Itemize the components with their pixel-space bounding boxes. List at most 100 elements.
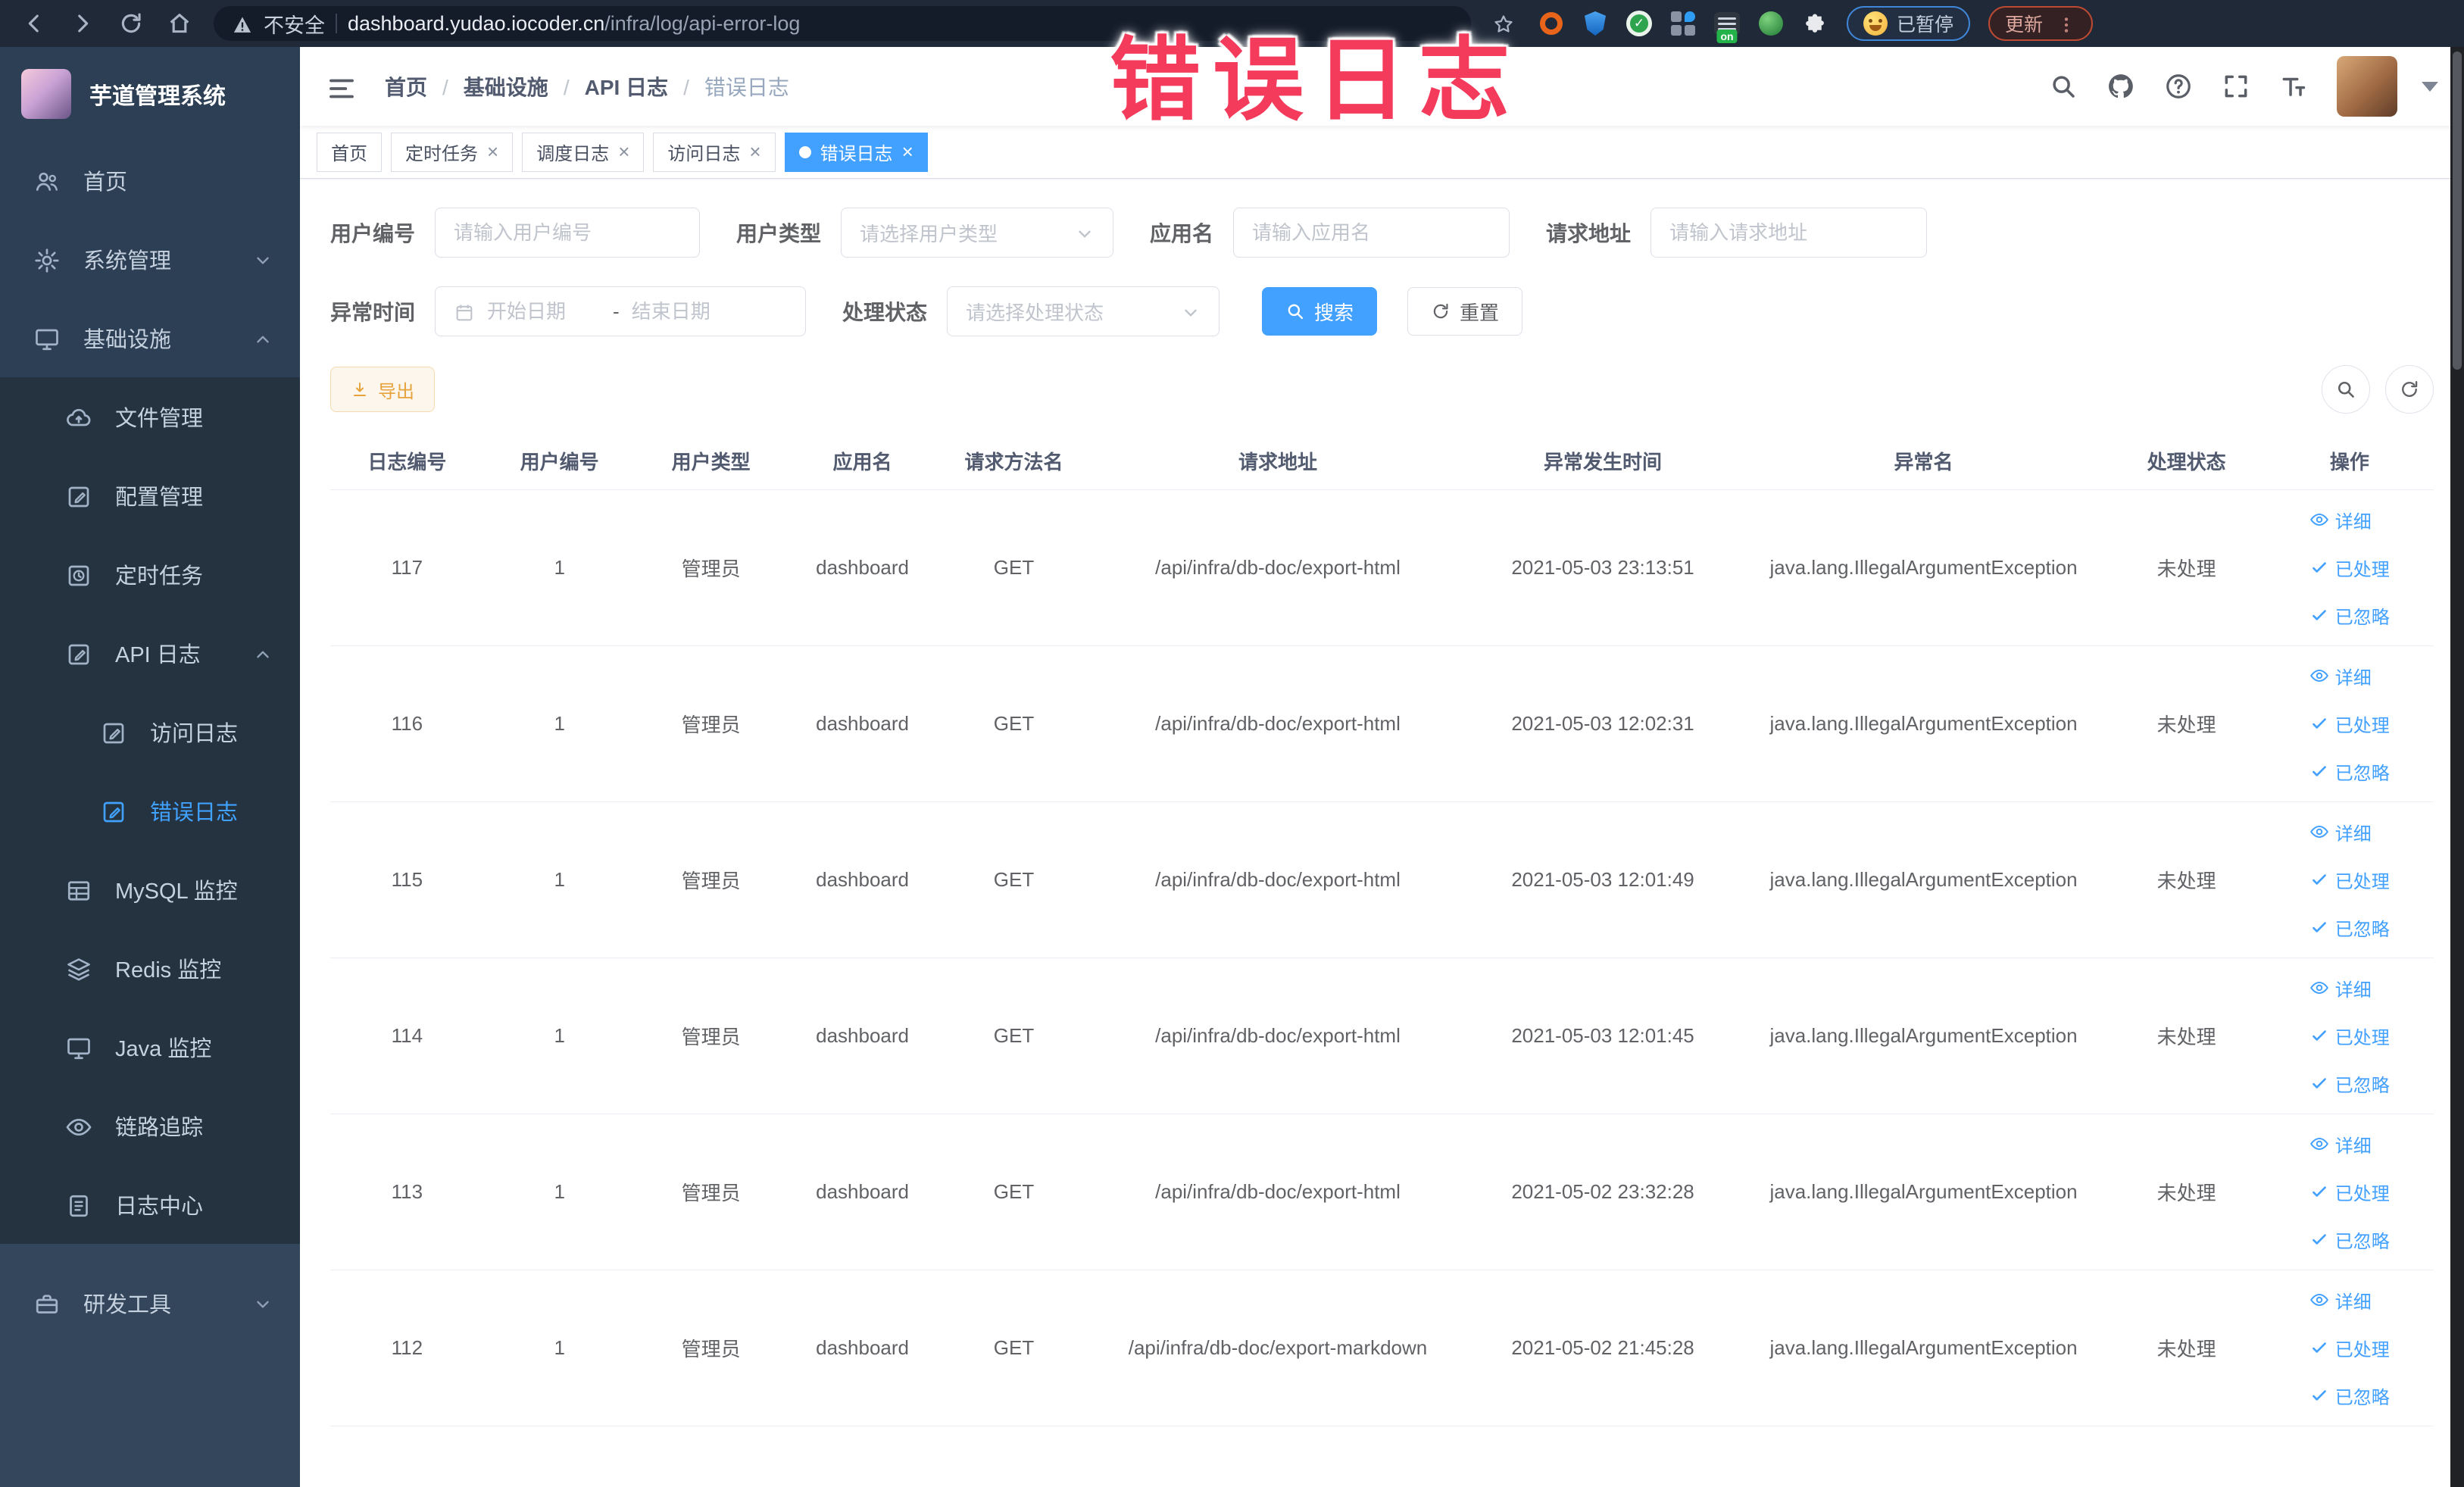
extension-on-badge: on [1716,30,1738,43]
sidebar-item-redis-monitor[interactable]: Redis 监控 [0,929,300,1007]
mark-processed-link[interactable]: 已处理 [2309,1023,2390,1049]
close-icon[interactable] [749,140,760,164]
hamburger-icon[interactable] [326,68,358,105]
user-id-input[interactable] [435,208,701,258]
sidebar-item-access-log[interactable]: 访问日志 [0,692,300,771]
breadcrumb-item-api-log[interactable]: API 日志 [585,71,704,102]
check-icon [2309,605,2329,625]
tab-access-log[interactable]: 访问日志 [653,132,776,172]
mark-processed-link[interactable]: 已处理 [2309,711,2390,737]
search-icon[interactable] [2049,72,2078,101]
close-icon[interactable] [618,140,629,164]
column-header: 异常名 [1739,433,2108,490]
cell-exception-name: java.lang.IllegalArgumentException [1739,489,2108,646]
close-icon[interactable] [487,140,498,164]
cell-request-url: /api/infra/db-doc/export-markdown [1089,1270,1466,1426]
tab-error-log[interactable]: 错误日志 [784,132,928,172]
detail-link[interactable]: 详细 [2309,819,2372,845]
switch-extension-icon[interactable]: on [1713,10,1741,43]
start-date-input[interactable] [487,299,601,323]
browser-home-button[interactable] [161,5,198,42]
tab-schedule-log[interactable]: 调度日志 [522,132,645,172]
cell-exception-time: 2021-05-02 21:45:28 [1466,1270,1740,1426]
detail-link[interactable]: 详细 [2309,663,2372,689]
mark-ignored-link[interactable]: 已忽略 [2309,1070,2390,1097]
bookmark-star-icon[interactable] [1492,11,1515,36]
mark-ignored-link[interactable]: 已忽略 [2309,914,2390,941]
detail-link[interactable]: 详细 [2309,975,2372,1001]
breadcrumb-item-home[interactable]: 首页 [385,71,464,102]
green-check-extension-icon[interactable]: ✓ [1625,10,1653,37]
app-title: 芋道管理系统 [89,84,226,109]
sidebar-item-home[interactable]: 首页 [0,141,300,220]
scrollbar-thumb[interactable] [2453,52,2462,370]
reset-button[interactable]: 重置 [1407,287,1523,336]
green-leaf-extension-icon[interactable] [1757,10,1785,37]
breadcrumb-item-infrastructure[interactable]: 基础设施 [464,71,585,102]
tab-scheduled-jobs[interactable]: 定时任务 [391,132,514,172]
breadcrumb-item-error-log: 错误日志 [704,76,789,99]
sidebar-item-dev-tools[interactable]: 研发工具 [0,1264,300,1342]
fullscreen-icon[interactable] [2222,72,2250,101]
sidebar-item-error-log[interactable]: 错误日志 [0,771,300,850]
cell-user-id: 1 [483,645,636,802]
table-row: 113 1 管理员 dashboard GET /api/infra/db-do… [330,1114,2434,1270]
refresh-table-icon-button[interactable] [2385,365,2434,414]
browser-forward-button[interactable] [64,5,101,42]
security-warning-icon[interactable] [232,11,253,36]
sidebar-item-file-mgmt[interactable]: 文件管理 [0,377,300,456]
browser-menu-dots-icon[interactable] [2056,12,2076,36]
sidebar-item-scheduled-jobs[interactable]: 定时任务 [0,535,300,614]
user-avatar[interactable] [2337,56,2397,117]
sidebar-item-tracing[interactable]: 链路追踪 [0,1086,300,1165]
sidebar-item-java-monitor[interactable]: Java 监控 [0,1007,300,1086]
table-toolbar: 导出 [330,365,2434,414]
help-icon[interactable] [2164,72,2193,101]
mark-ignored-link[interactable]: 已忽略 [2309,1382,2390,1409]
exception-time-range[interactable]: - [435,286,807,336]
app-logo-row[interactable]: 芋道管理系统 [0,47,300,141]
browser-back-button[interactable] [15,5,53,42]
orange-ring-extension-icon[interactable] [1538,10,1565,37]
sidebar-item-log-center[interactable]: 日志中心 [0,1165,300,1244]
detail-link[interactable]: 详细 [2309,1131,2372,1157]
mark-processed-link[interactable]: 已处理 [2309,555,2390,581]
detail-link[interactable]: 详细 [2309,507,2372,533]
font-size-icon[interactable] [2279,72,2308,101]
security-label[interactable]: 不安全 [264,9,325,39]
address-bar[interactable]: 不安全 dashboard.yudao.iocoder.cn/infra/log… [214,6,1471,41]
mark-processed-link[interactable]: 已处理 [2309,867,2390,893]
blue-shield-extension-icon[interactable] [1582,10,1609,37]
browser-reload-button[interactable] [112,5,150,42]
mark-ignored-link[interactable]: 已忽略 [2309,602,2390,629]
page-scrollbar[interactable] [2450,47,2464,1487]
browser-update-badge[interactable]: 更新 [1988,6,2094,41]
sidebar-item-infrastructure[interactable]: 基础设施 [0,298,300,377]
page-url[interactable]: dashboard.yudao.iocoder.cn/infra/log/api… [348,12,800,36]
mark-ignored-link[interactable]: 已忽略 [2309,1226,2390,1253]
github-icon[interactable] [2106,72,2135,101]
close-icon[interactable] [902,140,913,164]
toggle-search-icon-button[interactable] [2322,365,2370,414]
cloud-upload-icon [65,401,92,433]
sidebar-item-system-mgmt[interactable]: 系统管理 [0,220,300,298]
process-status-select[interactable]: 请选择处理状态 [947,286,1220,336]
tab-home[interactable]: 首页 [317,132,382,172]
export-button[interactable]: 导出 [330,367,435,412]
user-type-select[interactable]: 请选择用户类型 [841,208,1114,258]
grid-extension-icon[interactable] [1669,10,1697,37]
end-date-input[interactable] [631,299,745,323]
mark-ignored-link[interactable]: 已忽略 [2309,758,2390,785]
extensions-puzzle-icon[interactable] [1801,10,1828,37]
detail-link[interactable]: 详细 [2309,1287,2372,1314]
request-url-input[interactable] [1650,208,1928,258]
mark-processed-link[interactable]: 已处理 [2309,1335,2390,1361]
sidebar-item-api-log[interactable]: API 日志 [0,614,300,692]
avatar-caret-down-icon[interactable] [2422,81,2438,92]
search-button[interactable]: 搜索 [1262,287,1378,336]
sidebar-item-config-mgmt[interactable]: 配置管理 [0,456,300,535]
sidebar-item-mysql-monitor[interactable]: MySQL 监控 [0,850,300,929]
app-name-input[interactable] [1233,208,1510,258]
mark-processed-link[interactable]: 已处理 [2309,1179,2390,1205]
paused-profile-badge[interactable]: 已暂停 [1847,6,1971,41]
